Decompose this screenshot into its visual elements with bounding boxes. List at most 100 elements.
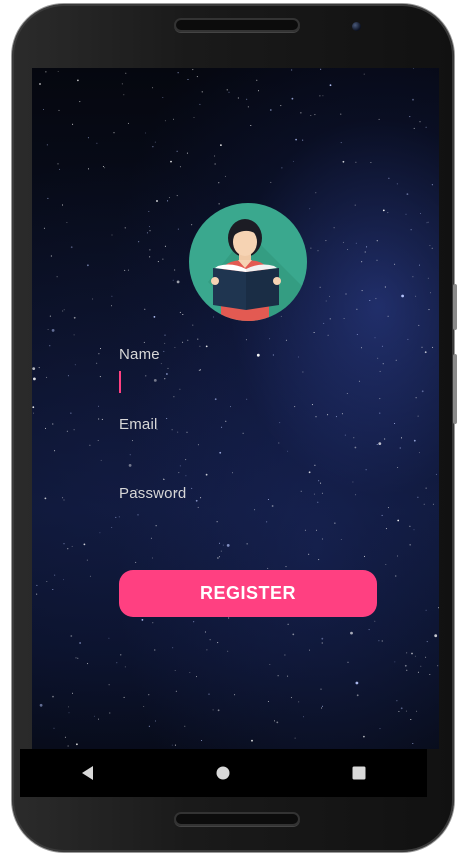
star	[379, 398, 381, 400]
star	[98, 405, 99, 407]
star	[111, 305, 112, 307]
star	[39, 83, 41, 85]
star	[387, 507, 389, 509]
star	[366, 246, 368, 248]
star	[396, 183, 398, 185]
star	[419, 121, 421, 123]
navigation-bar	[20, 749, 427, 797]
star	[170, 160, 172, 163]
star	[429, 674, 431, 675]
phone-frame: Name Email Password REGISTER	[12, 4, 457, 852]
star	[143, 341, 145, 343]
star	[397, 555, 398, 557]
star	[124, 269, 126, 271]
star	[164, 334, 166, 336]
star	[423, 503, 425, 505]
star	[98, 353, 100, 355]
star	[156, 200, 158, 202]
star	[405, 213, 407, 215]
star	[63, 309, 65, 311]
star	[153, 316, 156, 318]
app-screen: Name Email Password REGISTER	[32, 68, 439, 749]
star	[269, 338, 271, 340]
star	[47, 197, 49, 199]
star	[412, 276, 414, 278]
star	[340, 539, 342, 540]
star	[361, 290, 363, 292]
home-button[interactable]	[203, 753, 243, 793]
star	[64, 736, 66, 738]
star	[246, 398, 248, 400]
star	[176, 195, 178, 197]
star	[111, 295, 113, 297]
star	[309, 649, 310, 651]
star	[322, 95, 324, 97]
star	[148, 211, 150, 212]
star	[425, 656, 427, 658]
name-field[interactable]: Name	[119, 346, 379, 396]
star	[68, 706, 69, 708]
star	[179, 166, 181, 168]
star	[111, 527, 113, 528]
star	[431, 247, 433, 249]
star	[379, 728, 381, 730]
star	[50, 255, 52, 257]
star	[226, 544, 230, 547]
star	[52, 589, 54, 590]
star	[51, 329, 55, 332]
star	[315, 192, 317, 194]
password-field[interactable]: Password	[119, 485, 379, 535]
star	[251, 739, 253, 742]
star	[369, 300, 371, 301]
star	[72, 692, 73, 694]
star	[287, 675, 289, 677]
star	[378, 118, 380, 120]
star	[340, 142, 342, 144]
back-button[interactable]	[68, 753, 108, 793]
star	[32, 406, 35, 409]
star	[46, 376, 48, 378]
star	[355, 161, 357, 163]
star	[182, 314, 184, 315]
star	[152, 146, 154, 148]
star	[425, 487, 427, 489]
star	[406, 193, 409, 195]
star	[197, 338, 199, 340]
star	[96, 142, 98, 144]
star	[413, 529, 415, 531]
star	[224, 175, 226, 177]
star	[152, 622, 154, 624]
star	[54, 574, 56, 576]
star	[378, 640, 380, 642]
star	[184, 725, 186, 727]
star	[284, 654, 286, 656]
star	[409, 544, 411, 546]
star	[149, 230, 151, 232]
recents-button[interactable]	[339, 753, 379, 793]
star	[79, 101, 81, 103]
star	[96, 362, 98, 364]
star	[125, 72, 127, 74]
star	[410, 719, 412, 720]
email-field[interactable]: Email	[119, 416, 379, 466]
star	[303, 716, 304, 718]
star	[396, 700, 398, 702]
star	[66, 430, 68, 432]
star	[75, 657, 77, 659]
star	[292, 633, 295, 636]
star	[364, 251, 366, 253]
star	[187, 79, 189, 80]
bottom-speaker	[174, 812, 300, 826]
star	[320, 482, 322, 484]
star	[164, 342, 166, 344]
star	[57, 71, 59, 72]
star	[431, 184, 433, 186]
star	[67, 745, 69, 747]
star	[164, 120, 166, 122]
star	[387, 212, 389, 214]
star	[108, 684, 110, 686]
star	[196, 76, 198, 78]
star	[89, 575, 91, 577]
star	[214, 155, 216, 157]
register-button[interactable]: REGISTER	[119, 570, 377, 617]
